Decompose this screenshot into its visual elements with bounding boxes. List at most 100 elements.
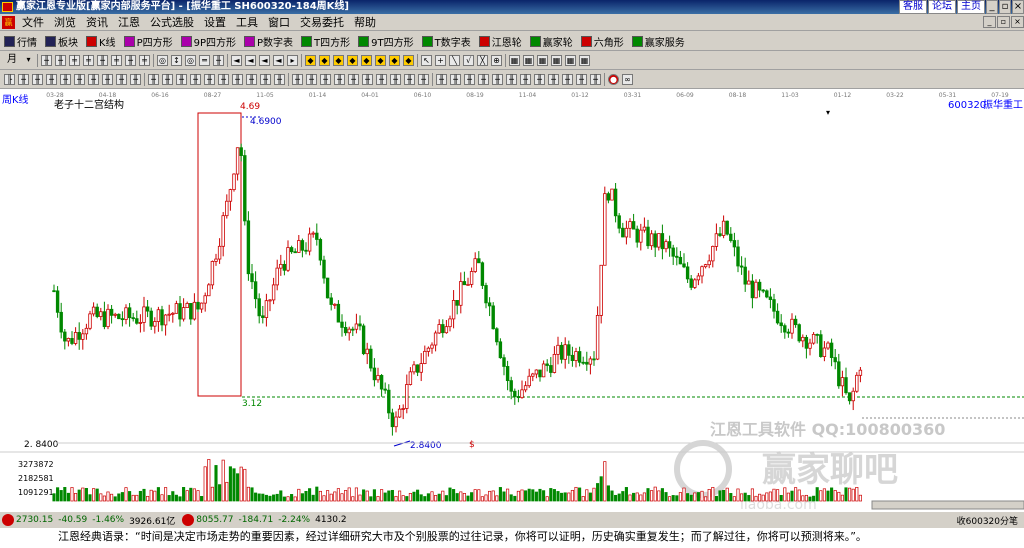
- tool-icon[interactable]: +: [435, 55, 446, 66]
- link-service[interactable]: 客服: [899, 0, 927, 14]
- tool-icon[interactable]: ╫: [492, 74, 503, 85]
- color-wheel-icon[interactable]: ●: [608, 74, 619, 85]
- tool-icon[interactable]: ╫: [362, 74, 373, 85]
- tool-icon[interactable]: ╫: [348, 74, 359, 85]
- mdi-close-button[interactable]: ×: [1011, 16, 1024, 28]
- tool-icon[interactable]: ◄: [259, 55, 270, 66]
- tool-icon[interactable]: ╫: [320, 74, 331, 85]
- tool-icon[interactable]: ╪: [139, 55, 150, 66]
- tool-icon[interactable]: ╫: [520, 74, 531, 85]
- menu-item-9[interactable]: 帮助: [349, 14, 381, 30]
- toolbar-button-7[interactable]: 9T四方形: [354, 34, 417, 49]
- tool-icon[interactable]: ▦: [509, 55, 520, 66]
- tool-icon[interactable]: ╫: [534, 74, 545, 85]
- tool-icon[interactable]: ╳: [477, 55, 488, 66]
- tool-icon[interactable]: ◆: [333, 55, 344, 66]
- mdi-minimize-button[interactable]: _: [983, 16, 996, 28]
- tool-icon[interactable]: ◄: [245, 55, 256, 66]
- tool-icon[interactable]: ⊕: [491, 55, 502, 66]
- tool-icon[interactable]: ◎: [185, 55, 196, 66]
- tool-icon[interactable]: ╫: [274, 74, 285, 85]
- tool-icon[interactable]: ╫: [218, 74, 229, 85]
- tool-icon[interactable]: ◆: [319, 55, 330, 66]
- tool-icon[interactable]: ═: [199, 55, 210, 66]
- menu-item-8[interactable]: 交易委托: [295, 14, 349, 30]
- toolbar-button-6[interactable]: T四方形: [297, 34, 354, 49]
- toolbar-button-12[interactable]: 赢家服务: [628, 34, 689, 49]
- tool-icon[interactable]: ╫: [506, 74, 517, 85]
- link-home[interactable]: 主页: [957, 0, 985, 14]
- tool-icon[interactable]: ╫: [116, 74, 127, 85]
- toolbar-button-1[interactable]: 板块: [41, 34, 82, 49]
- tool-icon[interactable]: ╫: [404, 74, 415, 85]
- mdi-restore-button[interactable]: ▫: [997, 16, 1010, 28]
- tool-icon[interactable]: ◄: [273, 55, 284, 66]
- tool-icon[interactable]: ╫: [450, 74, 461, 85]
- tool-icon[interactable]: ╫: [576, 74, 587, 85]
- minimize-button[interactable]: _: [986, 0, 998, 14]
- tool-icon[interactable]: ◆: [347, 55, 358, 66]
- toolbar-button-11[interactable]: 六角形: [577, 34, 628, 49]
- tool-icon[interactable]: ╫: [436, 74, 447, 85]
- tool-icon[interactable]: ╫: [590, 74, 601, 85]
- tool-icon[interactable]: ◆: [389, 55, 400, 66]
- tool-icon[interactable]: ◄: [231, 55, 242, 66]
- tool-icon[interactable]: ╫: [334, 74, 345, 85]
- tool-icon[interactable]: ▦: [537, 55, 548, 66]
- tool-icon[interactable]: ◆: [375, 55, 386, 66]
- tool-icon[interactable]: ╫: [88, 74, 99, 85]
- tool-icon[interactable]: ╫: [162, 74, 173, 85]
- tool-icon[interactable]: ╪: [69, 55, 80, 66]
- tool-icon[interactable]: ╫: [376, 74, 387, 85]
- chart-area[interactable]: 03-28 04-18 06-16 08-27 11-05 01-14 04-01 06-10…: [0, 89, 1024, 513]
- toolbar-button-4[interactable]: 9P四方形: [177, 34, 240, 49]
- restore-button[interactable]: ▫: [999, 0, 1011, 14]
- toolbar-button-0[interactable]: 行情: [0, 34, 41, 49]
- tool-icon[interactable]: ╫: [55, 55, 66, 66]
- tool-icon[interactable]: ▦: [523, 55, 534, 66]
- toolbar-button-3[interactable]: P四方形: [120, 34, 177, 49]
- menu-item-0[interactable]: 文件: [17, 14, 49, 30]
- tool-icon[interactable]: ╫: [232, 74, 243, 85]
- tool-icon[interactable]: ╫: [125, 55, 136, 66]
- tool-icon[interactable]: ╲: [449, 55, 460, 66]
- toolbar-button-10[interactable]: 赢家轮: [526, 34, 577, 49]
- tool-icon[interactable]: ╫: [148, 74, 159, 85]
- tool-icon[interactable]: ╟: [4, 74, 15, 85]
- tool-icon[interactable]: ╫: [18, 74, 29, 85]
- menu-item-2[interactable]: 资讯: [81, 14, 113, 30]
- menu-item-3[interactable]: 江恩: [113, 14, 145, 30]
- tool-icon[interactable]: ╫: [562, 74, 573, 85]
- link-forum[interactable]: 论坛: [928, 0, 956, 14]
- tool-icon[interactable]: √: [463, 55, 474, 66]
- tool-icon[interactable]: ▦: [565, 55, 576, 66]
- menu-item-1[interactable]: 浏览: [49, 14, 81, 30]
- menu-item-4[interactable]: 公式选股: [145, 14, 199, 30]
- tool-icon[interactable]: ╫: [32, 74, 43, 85]
- tool-icon[interactable]: ╫: [390, 74, 401, 85]
- kline-chart[interactable]: 03-28 04-18 06-16 08-27 11-05 01-14 04-01 06-10…: [0, 89, 1024, 513]
- tool-icon[interactable]: ╫: [97, 55, 108, 66]
- tool-icon[interactable]: ╫: [292, 74, 303, 85]
- tool-icon[interactable]: ╫: [464, 74, 475, 85]
- infinity-icon[interactable]: ∞: [622, 74, 633, 85]
- toolbar-button-5[interactable]: P数字表: [240, 34, 297, 49]
- tool-icon[interactable]: ╫: [260, 74, 271, 85]
- tool-icon[interactable]: ▸: [287, 55, 298, 66]
- menu-item-7[interactable]: 窗口: [263, 14, 295, 30]
- tool-icon[interactable]: ╫: [41, 55, 52, 66]
- tool-icon[interactable]: ╫: [548, 74, 559, 85]
- tool-icon[interactable]: ▦: [579, 55, 590, 66]
- tool-icon[interactable]: ╫: [213, 55, 224, 66]
- tool-icon[interactable]: ╪: [83, 55, 94, 66]
- close-button[interactable]: ×: [1012, 0, 1024, 14]
- tool-icon[interactable]: ╪: [111, 55, 122, 66]
- menu-item-5[interactable]: 设置: [199, 14, 231, 30]
- period-select[interactable]: 月: [4, 55, 20, 66]
- tool-icon[interactable]: ╫: [74, 74, 85, 85]
- tool-icon[interactable]: ╫: [478, 74, 489, 85]
- tool-icon[interactable]: ╫: [46, 74, 57, 85]
- tool-icon[interactable]: ╫: [418, 74, 429, 85]
- tool-icon[interactable]: ╫: [306, 74, 317, 85]
- toolbar-button-8[interactable]: T数字表: [418, 34, 475, 49]
